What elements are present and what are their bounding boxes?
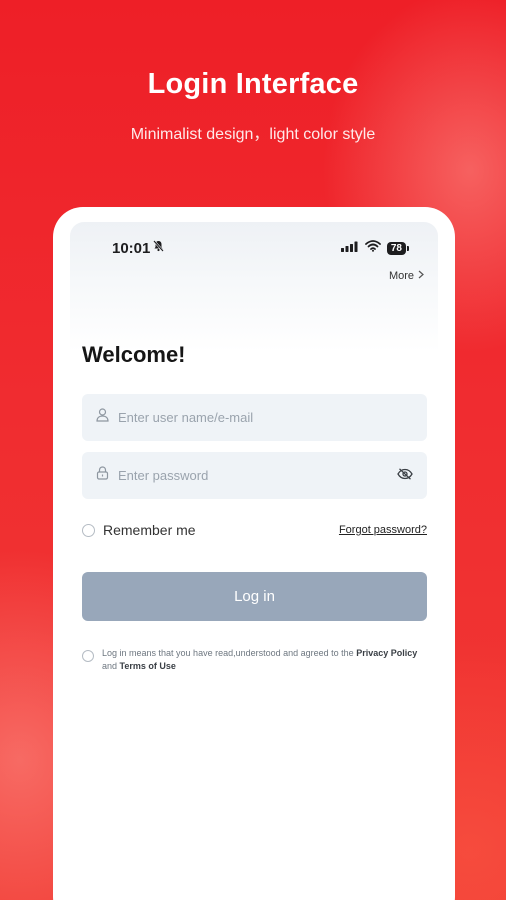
forgot-password-link[interactable]: Forgot password?: [339, 524, 427, 536]
promo-title: Login Interface: [147, 68, 359, 100]
eye-off-icon[interactable]: [397, 467, 413, 485]
status-bar: 10:01 78: [112, 239, 410, 257]
more-label: More: [388, 270, 414, 282]
phone-frame: 10:01 78 More Welcome! Enter user name/e…: [53, 207, 455, 900]
login-button[interactable]: Log in: [82, 572, 427, 621]
chevron-right-icon: [418, 270, 424, 282]
wifi-icon: [364, 239, 381, 257]
clock: 10:01: [112, 239, 151, 257]
password-field[interactable]: [82, 452, 427, 499]
username-field[interactable]: [82, 394, 427, 441]
mute-icon: [153, 239, 165, 257]
password-input[interactable]: [118, 468, 397, 483]
remember-me-checkbox[interactable]: Remember me: [82, 522, 196, 538]
agreement-and: and: [102, 661, 120, 671]
remember-row: Remember me Forgot password?: [82, 522, 427, 538]
agreement-row: Log in means that you have read,understo…: [82, 647, 427, 673]
welcome-heading: Welcome!: [82, 342, 186, 367]
more-link[interactable]: More: [389, 270, 424, 282]
lock-icon: [96, 466, 109, 485]
battery-icon: 78: [386, 241, 410, 255]
promo-subtitle: Minimalist design，light color style: [130, 126, 376, 143]
privacy-policy-link[interactable]: Privacy Policy: [356, 648, 417, 658]
remember-radio[interactable]: [82, 523, 95, 537]
terms-of-use-link[interactable]: Terms of Use: [120, 661, 176, 671]
username-input[interactable]: [118, 410, 413, 425]
signal-icon: [340, 239, 359, 257]
agreement-radio[interactable]: [82, 650, 94, 662]
status-icons: 78: [340, 239, 410, 257]
remember-label: Remember me: [103, 522, 196, 538]
agreement-text: Log in means that you have read,understo…: [102, 647, 427, 673]
time-group: 10:01: [112, 239, 165, 257]
user-icon: [96, 408, 109, 427]
login-screen: 10:01 78 More Welcome! Enter user name/e…: [70, 222, 438, 900]
agreement-prefix: Log in means that you have read,understo…: [102, 648, 357, 658]
